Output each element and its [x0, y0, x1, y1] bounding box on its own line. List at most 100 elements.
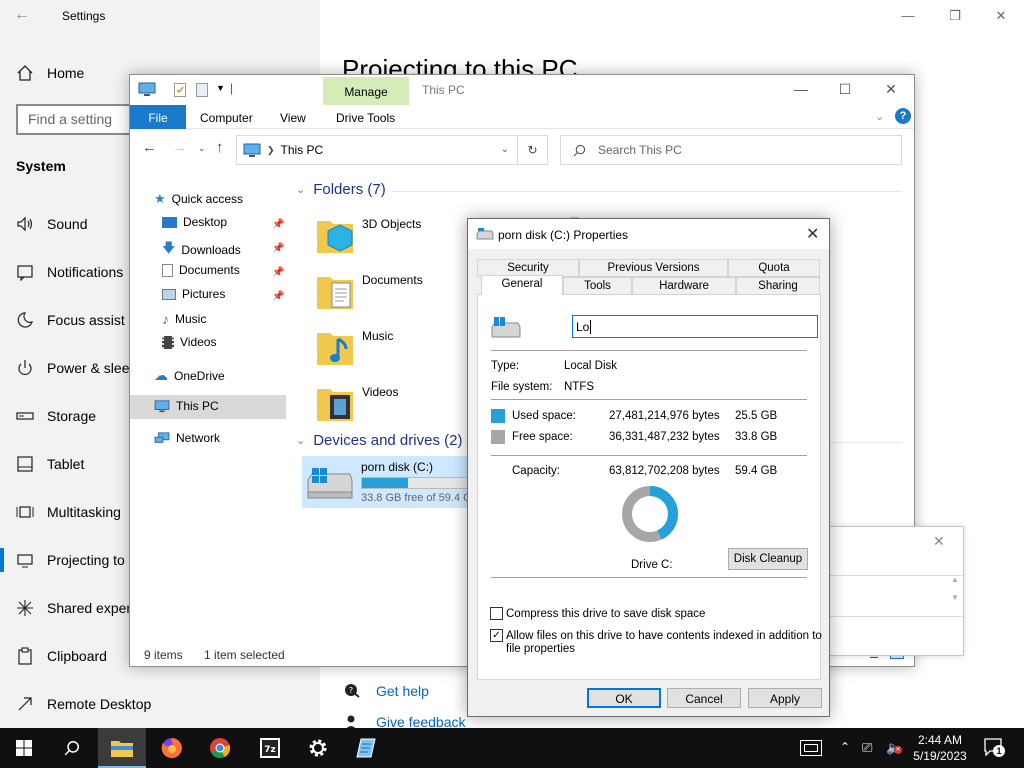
clock[interactable]: 2:44 AM 5/19/2023 — [912, 732, 968, 764]
show-hidden-icons-icon[interactable]: ⌃ — [840, 740, 850, 754]
sidebar-item-label: Power & sleep — [47, 360, 138, 376]
sidebar-item-multitasking[interactable]: Multitasking — [16, 503, 121, 521]
devices-group-header[interactable]: ⌄ Devices and drives (2) — [296, 432, 462, 449]
tab-general[interactable]: General — [481, 275, 563, 295]
properties-quick-icon[interactable] — [174, 83, 186, 97]
close-icon[interactable]: ✕ — [806, 224, 819, 244]
free-space-swatch — [491, 430, 505, 444]
pin-icon[interactable]: 📌 — [272, 219, 284, 230]
folder-videos[interactable]: Videos — [316, 383, 398, 423]
get-help-link[interactable]: ? Get help — [344, 683, 429, 699]
close-icon[interactable]: ✕ — [933, 533, 945, 550]
expand-ribbon-icon[interactable]: ⌄ — [875, 110, 884, 123]
drive-tools-tab[interactable]: Drive Tools — [336, 111, 395, 125]
tab-hardware[interactable]: Hardware — [632, 277, 736, 295]
sidebar-item-sound[interactable]: Sound — [16, 215, 87, 233]
folder-documents[interactable]: Documents — [316, 271, 423, 311]
view-tab[interactable]: View — [280, 111, 306, 125]
new-folder-quick-icon[interactable] — [196, 83, 208, 97]
pin-icon[interactable]: 📌 — [272, 267, 284, 278]
notepad-icon — [356, 738, 376, 758]
tree-item-network[interactable]: Network — [154, 431, 220, 445]
taskbar-notepad[interactable] — [342, 728, 390, 768]
folder-music[interactable]: Music — [316, 327, 393, 367]
tab-tools[interactable]: Tools — [563, 277, 632, 295]
address-dropdown-icon[interactable]: ⌄ — [501, 144, 509, 155]
popup-scrollbar[interactable]: ▲ ▼ — [947, 575, 963, 617]
tab-quota[interactable]: Quota — [728, 259, 820, 277]
file-system-value: NTFS — [564, 381, 595, 393]
index-checkbox[interactable]: ✓ — [490, 629, 503, 642]
close-icon[interactable]: ✕ — [876, 81, 906, 98]
search-input[interactable]: Search This PC — [560, 135, 902, 165]
folders-group-header[interactable]: ⌄ Folders (7) — [296, 181, 386, 198]
back-arrow-icon[interactable]: ← — [14, 6, 34, 26]
tree-item-pictures[interactable]: Pictures — [162, 287, 225, 301]
sidebar-item-focus-assist[interactable]: Focus assist — [16, 311, 125, 329]
taskbar-settings[interactable] — [294, 728, 342, 768]
task-view-icon[interactable] — [800, 740, 822, 756]
action-center-button[interactable]: 1 — [984, 738, 1005, 757]
tree-item-this-pc[interactable]: This PC — [154, 399, 219, 413]
folder-3d-objects[interactable]: 3D Objects — [316, 215, 421, 255]
close-icon[interactable]: ✕ — [991, 8, 1011, 28]
taskbar-chrome[interactable] — [196, 728, 244, 768]
volume-muted-icon[interactable]: 🔈✕ — [886, 740, 902, 756]
forward-icon[interactable]: → — [172, 139, 187, 156]
drive-c-tile[interactable]: porn disk (C:) 33.8 GB free of 59.4 G — [302, 456, 472, 508]
sidebar-item-remote-desktop[interactable]: Remote Desktop — [16, 695, 151, 713]
maximize-icon[interactable]: ☐ — [830, 81, 860, 98]
tree-item-quick-access[interactable]: ★ Quick access — [154, 191, 243, 207]
quick-access-dropdown-icon[interactable]: ▼ — [216, 83, 225, 93]
drive-label-input[interactable]: Lo — [572, 315, 818, 338]
recent-locations-icon[interactable]: ⌄ — [198, 143, 206, 154]
sidebar-item-label: Storage — [47, 408, 97, 424]
apply-button[interactable]: Apply — [748, 688, 822, 708]
sidebar-item-clipboard[interactable]: Clipboard — [16, 647, 107, 665]
up-icon[interactable]: ↑ — [216, 139, 224, 156]
disk-cleanup-button[interactable]: Disk Cleanup — [728, 548, 808, 570]
tree-item-downloads[interactable]: 🡇 Downloads — [162, 239, 241, 261]
capacity-label: Capacity: — [512, 465, 560, 477]
search-icon — [64, 740, 80, 756]
ok-button[interactable]: OK — [587, 688, 661, 708]
pin-icon[interactable]: 📌 — [272, 291, 284, 302]
tree-item-music[interactable]: ♪ Music — [162, 311, 206, 327]
sidebar-item-notifications[interactable]: Notifications — [16, 263, 123, 281]
file-tab[interactable]: File — [130, 105, 186, 129]
home-nav-item[interactable]: Home — [16, 64, 84, 82]
svg-text:7z: 7z — [264, 745, 276, 755]
minimize-icon[interactable]: — — [786, 81, 816, 97]
taskbar-7zip[interactable]: 7z — [246, 728, 294, 768]
sidebar-item-shared-experiences[interactable]: Shared experi — [16, 599, 134, 617]
back-icon[interactable]: ← — [142, 139, 157, 156]
sidebar-item-storage[interactable]: Storage — [16, 407, 96, 425]
tree-item-videos[interactable]: Videos — [162, 335, 216, 349]
pin-icon[interactable]: 📌 — [272, 243, 284, 254]
sidebar-item-projecting[interactable]: Projecting to — [16, 551, 125, 569]
computer-tab[interactable]: Computer — [200, 111, 253, 125]
taskbar-file-explorer[interactable] — [98, 728, 146, 768]
start-button[interactable] — [0, 728, 48, 768]
manage-tab[interactable]: Manage — [323, 77, 409, 105]
tab-previous-versions[interactable]: Previous Versions — [579, 259, 728, 277]
compress-checkbox[interactable] — [490, 607, 503, 620]
cancel-button[interactable]: Cancel — [667, 688, 741, 708]
document-icon — [162, 263, 173, 277]
refresh-icon[interactable]: ↻ — [518, 135, 548, 165]
tree-item-documents[interactable]: Documents — [162, 263, 240, 277]
help-icon[interactable]: ? — [895, 108, 911, 124]
minimize-icon[interactable]: — — [898, 8, 918, 28]
restore-icon[interactable]: ❐ — [945, 8, 965, 28]
network-status-icon[interactable]: ⎚ — [862, 740, 872, 756]
sidebar-item-tablet[interactable]: Tablet — [16, 455, 84, 473]
address-bar[interactable]: ❯ This PC ⌄ — [236, 135, 518, 165]
cloud-icon: ☁ — [154, 367, 168, 383]
taskbar-search-button[interactable] — [48, 728, 96, 768]
tab-sharing[interactable]: Sharing — [736, 277, 820, 295]
sidebar-item-power-sleep[interactable]: Power & sleep — [16, 359, 137, 377]
tree-item-desktop[interactable]: Desktop — [162, 215, 227, 229]
tree-item-onedrive[interactable]: ☁ OneDrive — [154, 367, 225, 384]
sidebar-item-label: Focus assist — [47, 312, 125, 328]
taskbar-firefox[interactable] — [148, 728, 196, 768]
